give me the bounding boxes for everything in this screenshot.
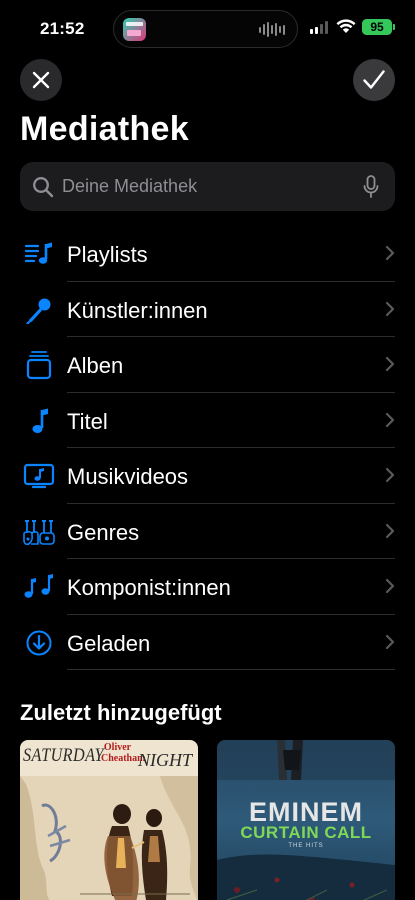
album-stack-icon — [22, 350, 56, 380]
library-item-label: Titel — [67, 408, 108, 434]
library-item-songs[interactable]: Titel — [0, 393, 415, 448]
close-icon — [32, 71, 50, 89]
composer-icon — [22, 572, 56, 602]
dynamic-island[interactable] — [113, 10, 298, 48]
chevron-right-icon — [385, 523, 395, 538]
album-cover-text-left: SATURDAY — [23, 745, 104, 766]
download-icon — [22, 628, 56, 658]
done-button[interactable] — [353, 59, 395, 101]
row-divider — [67, 669, 395, 670]
library-item-albums[interactable]: Alben — [0, 337, 415, 393]
library-item-label: Künstler:innen — [67, 297, 208, 323]
library-item-artists[interactable]: Künstler:innen — [0, 282, 415, 337]
checkmark-icon — [363, 70, 385, 89]
library-item-music-videos[interactable]: Musikvideos — [0, 448, 415, 504]
library-list: Playlists Künstler:innen Alben Titel Mus… — [0, 226, 415, 670]
chevron-right-icon — [385, 467, 395, 483]
genres-icon — [22, 517, 56, 547]
status-time: 21:52 — [40, 19, 85, 38]
section-title-recently-added: Zuletzt hinzugefügt — [20, 700, 222, 725]
page-title: Mediathek — [20, 110, 189, 148]
cellular-signal-icon — [310, 21, 328, 34]
library-item-label: Genres — [67, 519, 140, 545]
chevron-right-icon — [385, 578, 395, 594]
library-item-label: Alben — [67, 353, 124, 378]
library-item-downloaded[interactable]: Geladen — [0, 615, 415, 670]
battery-level: 95 — [370, 20, 384, 34]
album-cover-subtitle: THE HITS — [288, 843, 324, 849]
library-item-label: Playlists — [67, 242, 148, 267]
album-card[interactable]: SATURDAY Oliver Cheatham NIGHT — [20, 740, 198, 900]
library-item-playlists[interactable]: Playlists — [0, 226, 415, 282]
album-cover-artwork — [20, 776, 198, 900]
search-input[interactable] — [62, 162, 362, 211]
microphone-icon[interactable] — [363, 175, 379, 199]
music-note-icon — [22, 406, 56, 436]
status-bar: 21:52 95 — [0, 0, 415, 54]
music-video-icon — [22, 461, 56, 491]
chevron-right-icon — [385, 412, 395, 427]
close-button[interactable] — [20, 59, 62, 101]
library-item-label: Komponist:innen — [67, 575, 231, 600]
album-cover-artist: Oliver Cheatham — [101, 742, 146, 764]
chevron-right-icon — [385, 301, 395, 316]
battery-indicator: 95 — [362, 19, 395, 35]
library-item-genres[interactable]: Genres — [0, 504, 415, 559]
playlist-icon — [22, 239, 56, 269]
search-icon — [33, 177, 54, 198]
chevron-right-icon — [385, 356, 395, 372]
album-cover-title: CURTAIN CALL — [240, 823, 372, 842]
now-playing-artwork — [123, 18, 146, 41]
chevron-right-icon — [385, 634, 395, 649]
chevron-right-icon — [385, 245, 395, 261]
wifi-icon — [336, 19, 356, 33]
album-card[interactable]: EMINEM CURTAIN CALL THE HITS — [217, 740, 395, 900]
microphone-icon — [22, 295, 56, 325]
library-item-composers[interactable]: Komponist:innen — [0, 559, 415, 615]
album-cover-text-right: NIGHT — [138, 750, 193, 770]
audio-waveform-icon — [259, 22, 285, 37]
search-bar[interactable] — [20, 162, 395, 211]
library-item-label: Musikvideos — [67, 464, 189, 489]
library-item-label: Geladen — [67, 630, 151, 656]
